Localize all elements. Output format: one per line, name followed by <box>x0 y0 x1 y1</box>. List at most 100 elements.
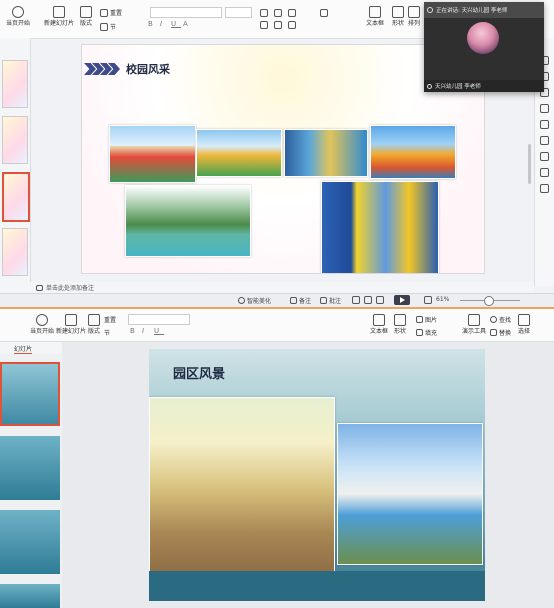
underline-button[interactable]: U <box>154 327 164 335</box>
presentation-tools-button[interactable]: 演示工具 <box>462 314 486 335</box>
video-call-header: 正在讲话: 天兴幼儿园 李老师 <box>424 2 544 18</box>
paragraph-group <box>260 7 360 31</box>
fit-window-icon[interactable] <box>424 296 432 304</box>
layout-icon <box>80 6 92 18</box>
avatar <box>467 22 499 54</box>
font-size-select[interactable] <box>225 7 252 18</box>
zoom-level[interactable]: 61% <box>436 296 449 303</box>
slide-thumbnail-selected[interactable] <box>2 172 30 222</box>
slide-thumbnail-panel <box>0 38 31 286</box>
zoom-slider-thumb[interactable] <box>484 296 494 306</box>
settings-icon[interactable] <box>540 104 549 113</box>
fill-icon <box>416 329 423 336</box>
layout-button[interactable]: 版式 <box>88 314 100 335</box>
section-button[interactable]: 节 <box>104 328 110 337</box>
slide-thumbnail[interactable] <box>2 228 28 276</box>
slide-title: 校园风采 <box>126 63 170 76</box>
play-icon <box>36 314 48 326</box>
text-box-button[interactable]: 文本框 <box>366 6 384 27</box>
bold-button[interactable]: B <box>148 20 158 28</box>
slide-thumbnail[interactable] <box>0 584 60 608</box>
notes-area[interactable]: 单击此处添加备注 <box>0 282 534 293</box>
slide-canvas[interactable]: 园区风景 <box>149 349 485 601</box>
replace-icon <box>490 329 497 336</box>
font-name-select[interactable] <box>150 7 222 18</box>
location-icon[interactable] <box>540 168 549 177</box>
smart-beautify-button[interactable]: 智能美化 <box>238 296 271 305</box>
arrange-button[interactable]: 排列 <box>408 6 420 27</box>
campus-photo <box>196 129 282 177</box>
classroom-photo <box>149 397 335 579</box>
playground-photo <box>125 185 251 257</box>
comments-button[interactable]: 批注 <box>320 296 341 305</box>
font-name-select[interactable] <box>128 314 190 325</box>
shape-icon <box>394 314 406 326</box>
slide-thumbnail[interactable] <box>2 116 28 164</box>
building-photo <box>337 423 483 565</box>
microphone-icon <box>427 83 432 89</box>
new-slide-button[interactable]: 新建幻灯片 <box>56 314 86 335</box>
shape-button[interactable]: 形状 <box>394 314 406 335</box>
video-call-overlay[interactable]: 正在讲话: 天兴幼儿园 李老师 天兴幼儿园 李老师 <box>424 2 544 92</box>
reading-view-icon[interactable] <box>376 296 384 304</box>
find-button[interactable]: 查找 <box>490 315 511 324</box>
reset-icon <box>100 8 108 17</box>
normal-view-icon[interactable] <box>352 296 360 304</box>
slide-thumbnail[interactable] <box>0 436 60 500</box>
indent-icon[interactable] <box>288 9 296 17</box>
microphone-icon <box>427 7 433 13</box>
reset-button[interactable]: 重置 <box>104 315 116 324</box>
slide-thumbnail-selected[interactable] <box>0 362 60 426</box>
layout-button[interactable]: 版式 <box>80 6 92 27</box>
ribbon-toolbar: 当页开始 新建幻灯片 版式 重置 节 B I U 文本框 形状 图片 填充 演示… <box>0 309 554 342</box>
campus-photo <box>109 125 196 183</box>
slide-thumbnail-panel <box>0 354 62 608</box>
line-spacing-icon[interactable] <box>320 9 328 17</box>
help-icon[interactable] <box>540 120 549 129</box>
grid-view-icon[interactable] <box>364 296 372 304</box>
play-from-current-button[interactable]: 当页开始 <box>6 6 30 27</box>
image-button[interactable]: 图片 <box>416 315 437 324</box>
bold-button[interactable]: B <box>130 327 140 335</box>
notes-toggle-button[interactable]: 备注 <box>290 296 311 305</box>
shape-icon <box>392 6 404 18</box>
layout-icon <box>88 314 100 326</box>
align-left-icon[interactable] <box>260 21 268 29</box>
replace-button[interactable]: 替换 <box>490 328 511 337</box>
underline-button[interactable]: U <box>171 20 181 28</box>
reset-button[interactable]: 重置 <box>100 8 122 17</box>
text-box-icon <box>369 6 381 18</box>
tab-slides[interactable]: 幻灯片 <box>14 344 33 354</box>
slide-title: 园区风景 <box>173 367 226 382</box>
bullets-icon[interactable] <box>260 9 268 17</box>
italic-button[interactable]: I <box>142 327 149 335</box>
presentation-window-bottom: 当页开始 新建幻灯片 版式 重置 节 B I U 文本框 形状 图片 填充 演示… <box>0 307 554 608</box>
fill-button[interactable]: 填充 <box>416 328 437 337</box>
numbering-icon[interactable] <box>274 9 282 17</box>
panel-tabs: 幻灯片 <box>0 342 62 354</box>
notes-icon <box>36 284 43 291</box>
section-icon <box>100 22 108 31</box>
beautify-icon <box>238 297 245 304</box>
new-slide-button[interactable]: 新建幻灯片 <box>44 6 74 27</box>
select-button[interactable]: 选择 <box>518 314 530 335</box>
text-box-button[interactable]: 文本框 <box>370 314 388 335</box>
italic-button[interactable]: I <box>160 20 167 28</box>
play-icon <box>400 297 405 303</box>
shape-button[interactable]: 形状 <box>392 6 404 27</box>
campus-photo <box>370 125 456 179</box>
share-icon[interactable] <box>540 152 549 161</box>
slide-thumbnail[interactable] <box>2 60 28 108</box>
font-color-button[interactable]: A <box>183 20 193 28</box>
play-from-current-button[interactable]: 当页开始 <box>30 314 54 335</box>
slide-thumbnail[interactable] <box>0 510 60 574</box>
align-right-icon[interactable] <box>288 21 296 29</box>
backup-icon[interactable] <box>540 184 549 193</box>
status-bar: 智能美化 备注 批注 61% <box>0 293 554 307</box>
classroom-photo <box>321 181 439 273</box>
cloud-icon[interactable] <box>540 136 549 145</box>
new-slide-icon <box>53 6 65 18</box>
section-button[interactable]: 节 <box>100 22 116 31</box>
align-center-icon[interactable] <box>274 21 282 29</box>
play-slideshow-button[interactable] <box>394 295 410 305</box>
